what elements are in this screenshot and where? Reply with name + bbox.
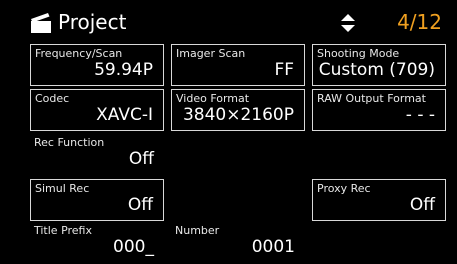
proxy-rec-setting[interactable]: Proxy Rec Off [312,179,446,221]
setting-label: Video Format [176,92,250,105]
codec-setting[interactable]: Codec XAVC-I [30,89,164,131]
video-format-setting[interactable]: Video Format 3840×2160P [171,89,305,131]
setting-value: Off [128,149,154,169]
setting-value: 59.94P [94,60,153,80]
imager-scan-setting[interactable]: Imager Scan FF [171,44,305,86]
page-indicator: 4/12 [397,10,442,34]
setting-label: RAW Output Format [317,92,426,105]
clapperboard-icon [31,13,51,33]
setting-value: Off [409,195,435,215]
title-prefix-setting[interactable]: Title Prefix 000_ [30,222,164,264]
raw-output-format-setting[interactable]: RAW Output Format - - - [312,89,446,131]
setting-value: Off [127,195,153,215]
setting-label: Number [175,224,220,237]
simul-rec-setting[interactable]: Simul Rec Off [30,179,164,221]
setting-label: Simul Rec [35,182,90,195]
up-down-arrows-icon[interactable] [341,14,355,32]
setting-value: 0001 [251,237,295,257]
setting-label: Rec Function [34,136,105,149]
setting-label: Title Prefix [34,224,92,237]
frequency-scan-setting[interactable]: Frequency/Scan 59.94P [30,44,164,86]
menu-header: Project 4/12 [0,0,457,42]
setting-label: Imager Scan [176,47,246,60]
setting-label: Frequency/Scan [35,47,123,60]
setting-label: Proxy Rec [317,182,371,195]
setting-value: XAVC-I [96,105,153,125]
setting-value: 000_ [113,237,154,257]
setting-value: - - - [405,105,435,125]
shooting-mode-setting[interactable]: Shooting Mode Custom (709) [312,44,446,86]
setting-label: Shooting Mode [317,47,400,60]
setting-value: 3840×2160P [182,105,294,125]
setting-label: Codec [35,92,70,105]
setting-value: FF [274,60,294,80]
number-setting[interactable]: Number 0001 [171,222,305,264]
rec-function-setting[interactable]: Rec Function Off [30,134,164,176]
page-title: Project [58,10,127,34]
setting-value: Custom (709) [318,60,435,80]
